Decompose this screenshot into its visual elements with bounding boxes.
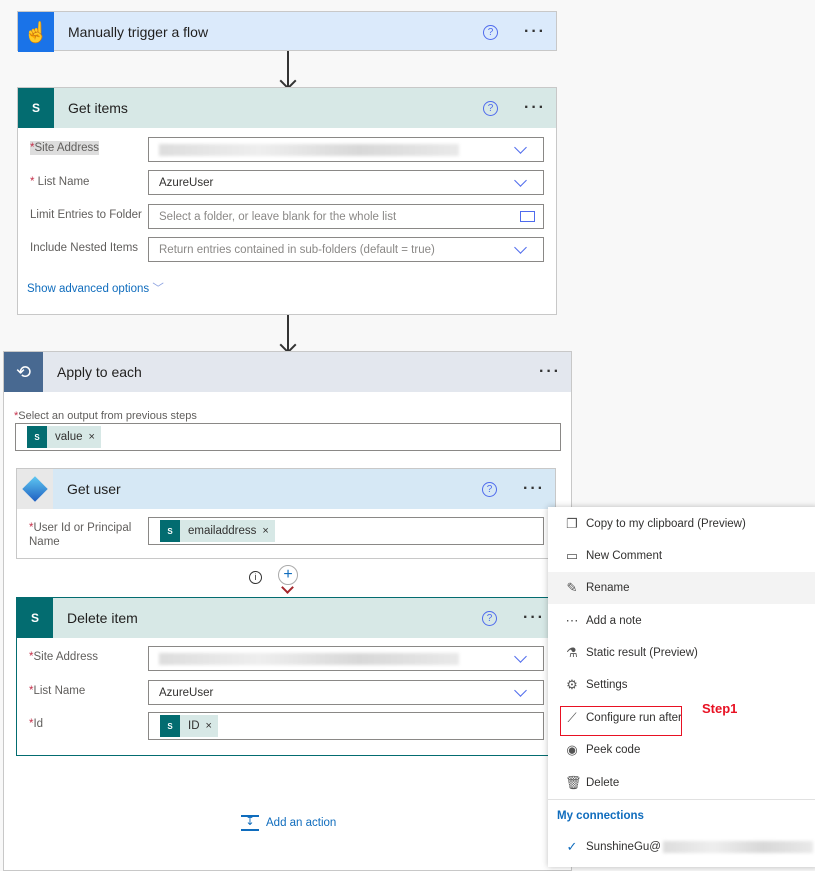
field-label: Select an output from previous steps — [18, 410, 197, 422]
chevron-down-icon — [514, 141, 527, 154]
get-items-card: S Get items ? ··· *Site Address * List N… — [17, 87, 557, 315]
flask-icon: ⚗ — [566, 645, 578, 660]
more-options-button[interactable]: ··· — [523, 609, 545, 627]
sharepoint-icon: S — [160, 715, 180, 737]
loop-icon: ⟲ — [4, 352, 43, 392]
get-user-card: Get user ? ··· *User Id or Principal Nam… — [16, 468, 556, 559]
more-options-button[interactable]: ··· — [523, 480, 545, 498]
connector-arrow — [287, 315, 289, 351]
checkmark-icon: ✓ — [566, 839, 578, 854]
step-annotation: Step1 — [702, 701, 738, 716]
menu-item-copy[interactable]: ❐ Copy to my clipboard (Preview) — [548, 508, 815, 540]
menu-item-static-result[interactable]: ⚗ Static result (Preview) — [548, 637, 815, 669]
folder-icon[interactable] — [520, 211, 535, 222]
gear-icon: ⚙ — [566, 677, 578, 692]
sharepoint-icon: S — [27, 426, 47, 448]
chevron-down-icon — [514, 650, 527, 663]
card-title: Get user — [67, 481, 121, 497]
help-icon[interactable]: ? — [483, 100, 499, 116]
field-label: Id — [33, 718, 44, 730]
help-icon[interactable]: ? — [483, 24, 499, 40]
connector-arrow — [287, 51, 289, 87]
copy-icon: ❐ — [566, 516, 578, 531]
field-value: AzureUser — [159, 686, 214, 699]
context-menu: ❐ Copy to my clipboard (Preview) ▭ New Com… — [548, 507, 815, 867]
help-icon[interactable]: ? — [482, 610, 498, 626]
folder-input[interactable]: Select a folder, or leave blank for the … — [148, 204, 544, 229]
card-title: Delete item — [67, 610, 138, 626]
remove-token-icon[interactable]: × — [262, 525, 268, 537]
site-address-dropdown[interactable] — [148, 137, 544, 162]
help-icon[interactable]: ? — [482, 481, 498, 497]
more-options-button[interactable]: ··· — [524, 99, 546, 117]
field-label: Site Address — [34, 142, 100, 154]
touch-hand-icon: ☝ — [18, 12, 54, 52]
connection-item[interactable]: ✓ SunshineGu@ — [548, 831, 815, 863]
add-action-icon: ↧ — [241, 815, 259, 831]
sharepoint-icon: S — [18, 88, 54, 128]
comment-icon: ▭ — [565, 548, 579, 563]
field-label: List Name — [37, 176, 90, 188]
azure-ad-icon — [17, 469, 53, 509]
field-label: Site Address — [33, 651, 99, 663]
user-id-input[interactable]: Semailaddress × — [148, 517, 544, 545]
card-title: Get items — [68, 100, 128, 116]
menu-divider — [548, 799, 815, 800]
trigger-card[interactable]: ☝ Manually trigger a flow ? ··· — [17, 11, 557, 52]
field-value: AzureUser — [159, 176, 214, 189]
trash-icon: 🗑 — [565, 775, 582, 790]
token-value[interactable]: Svalue × — [27, 426, 101, 448]
placeholder: Select a folder, or leave blank for the … — [159, 210, 397, 223]
output-input[interactable]: Svalue × — [15, 423, 561, 451]
eye-icon: ◉ — [566, 742, 578, 757]
list-name-dropdown[interactable]: AzureUser — [148, 680, 544, 705]
show-advanced-options-link[interactable]: Show advanced options ﹀ — [27, 280, 164, 296]
more-options-button[interactable]: ··· — [524, 23, 546, 41]
id-input[interactable]: S ID × — [148, 712, 544, 740]
delete-item-card: S Delete item ? ··· *Site Address *List … — [16, 597, 556, 756]
site-address-dropdown[interactable] — [148, 646, 544, 671]
menu-item-delete[interactable]: 🗑 Delete — [548, 767, 815, 799]
remove-token-icon[interactable]: × — [89, 431, 95, 443]
chevron-down-icon — [514, 684, 527, 697]
field-label: List Name — [33, 685, 86, 697]
field-label: Include Nested Items — [30, 242, 139, 254]
my-connections-heading: My connections — [557, 810, 644, 822]
info-icon[interactable]: i — [249, 571, 262, 584]
menu-item-settings[interactable]: ⚙ Settings — [548, 669, 815, 701]
menu-item-rename[interactable]: ✎ Rename — [548, 572, 815, 604]
menu-item-peek-code[interactable]: ◉ Peek code — [548, 734, 815, 766]
card-title: Apply to each — [57, 364, 142, 380]
menu-item-add-note[interactable]: ⋯ Add a note — [548, 605, 815, 637]
remove-token-icon[interactable]: × — [206, 720, 212, 732]
pencil-icon: ✎ — [566, 580, 578, 595]
add-an-action-button[interactable]: ↧ Add an action — [241, 815, 336, 831]
field-label: User Id or Principal Name — [29, 522, 132, 548]
card-title: Manually trigger a flow — [68, 24, 209, 40]
sharepoint-icon: S — [17, 598, 53, 638]
nested-items-dropdown[interactable]: Return entries contained in sub-folders … — [148, 237, 544, 262]
token-emailaddress[interactable]: Semailaddress × — [160, 520, 275, 542]
chevron-down-icon — [514, 241, 527, 254]
token-id[interactable]: S ID × — [160, 715, 218, 737]
chevron-down-icon: ﹀ — [152, 283, 164, 295]
chevron-down-icon — [514, 174, 527, 187]
list-name-dropdown[interactable]: AzureUser — [148, 170, 544, 195]
placeholder: Return entries contained in sub-folders … — [159, 243, 435, 256]
sharepoint-icon: S — [160, 520, 180, 542]
menu-item-new-comment[interactable]: ▭ New Comment — [548, 540, 815, 572]
annotation-highlight-box — [560, 706, 682, 736]
field-label: Limit Entries to Folder — [30, 209, 142, 221]
more-options-button[interactable]: ··· — [539, 363, 561, 381]
note-icon: ⋯ — [565, 613, 579, 628]
